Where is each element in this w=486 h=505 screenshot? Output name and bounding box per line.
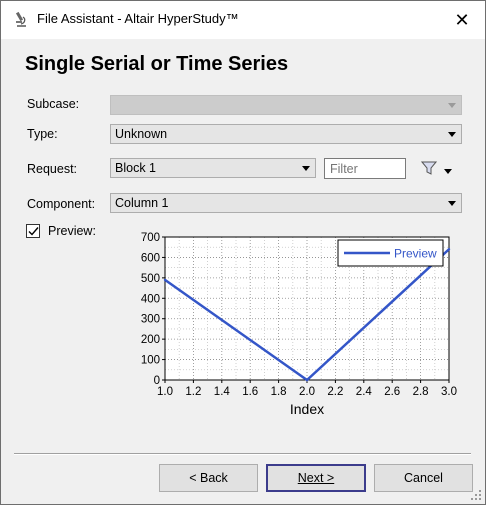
type-value: Unknown <box>115 127 168 141</box>
title-bar: File Assistant - Altair HyperStudy™ ✕ <box>1 1 485 39</box>
chevron-down-icon <box>302 166 310 171</box>
y-tick-label: 700 <box>141 232 160 244</box>
legend-label: Preview <box>394 247 437 261</box>
x-tick-label: 1.6 <box>242 386 258 398</box>
x-axis-label: Index <box>290 401 324 417</box>
y-tick-label: 500 <box>141 273 160 285</box>
next-button-label: Next > <box>297 471 335 485</box>
x-tick-label: 2.2 <box>327 386 343 398</box>
type-select[interactable]: Unknown <box>110 124 462 144</box>
page-title: Single Serial or Time Series <box>25 53 289 75</box>
y-tick-label: 600 <box>141 252 160 264</box>
component-value: Column 1 <box>115 196 169 210</box>
subcase-select[interactable] <box>110 95 462 115</box>
type-label: Type: <box>27 127 58 141</box>
series-point <box>305 378 309 382</box>
x-tick-label: 3.0 <box>441 386 457 398</box>
x-tick-label: 2.8 <box>413 386 429 398</box>
preview-chart: 01002003004005006007001.0 1.2 1.4 1.6 1.8 2.0… <box>141 232 457 417</box>
resize-grip-icon[interactable] <box>470 489 482 501</box>
chevron-down-icon <box>448 132 456 137</box>
series-point <box>447 248 451 251</box>
y-tick-label: 400 <box>141 293 160 305</box>
next-button[interactable]: Next > <box>266 464 366 492</box>
close-button[interactable]: ✕ <box>439 1 485 39</box>
chevron-down-icon <box>448 201 456 206</box>
checkmark-icon <box>28 227 39 236</box>
cancel-button[interactable]: Cancel <box>374 464 473 492</box>
x-tick-label: 1.8 <box>271 386 287 398</box>
filter-input[interactable] <box>324 158 406 179</box>
y-tick-label: 100 <box>141 355 160 367</box>
x-tick-label: 1.4 <box>214 386 231 398</box>
back-button[interactable]: < Back <box>159 464 258 492</box>
request-select[interactable]: Block 1 <box>110 158 316 178</box>
y-tick-label: 300 <box>141 314 160 326</box>
x-tick-label: 2.0 <box>299 386 315 398</box>
chevron-down-icon <box>448 103 456 108</box>
x-tick-label: 2.6 <box>384 386 400 398</box>
file-assistant-window: File Assistant - Altair HyperStudy™ ✕ Si… <box>0 0 486 505</box>
close-icon: ✕ <box>454 9 470 31</box>
preview-label: Preview: <box>48 224 96 238</box>
microscope-icon <box>15 11 26 27</box>
component-label: Component: <box>27 197 96 211</box>
preview-checkbox[interactable] <box>26 224 40 238</box>
y-tick-label: 200 <box>141 334 160 346</box>
request-value: Block 1 <box>115 161 156 175</box>
request-label: Request: <box>27 162 78 176</box>
component-select[interactable]: Column 1 <box>110 193 462 213</box>
funnel-icon[interactable] <box>421 161 437 175</box>
chevron-down-icon[interactable] <box>444 169 452 174</box>
window-title: File Assistant - Altair HyperStudy™ <box>37 11 239 26</box>
x-tick-label: 1.2 <box>185 386 201 398</box>
x-tick-label: 1.0 <box>157 386 173 398</box>
footer-separator <box>14 453 471 455</box>
series-point <box>163 278 167 282</box>
subcase-label: Subcase: <box>27 97 80 111</box>
x-tick-label: 2.4 <box>356 386 373 398</box>
